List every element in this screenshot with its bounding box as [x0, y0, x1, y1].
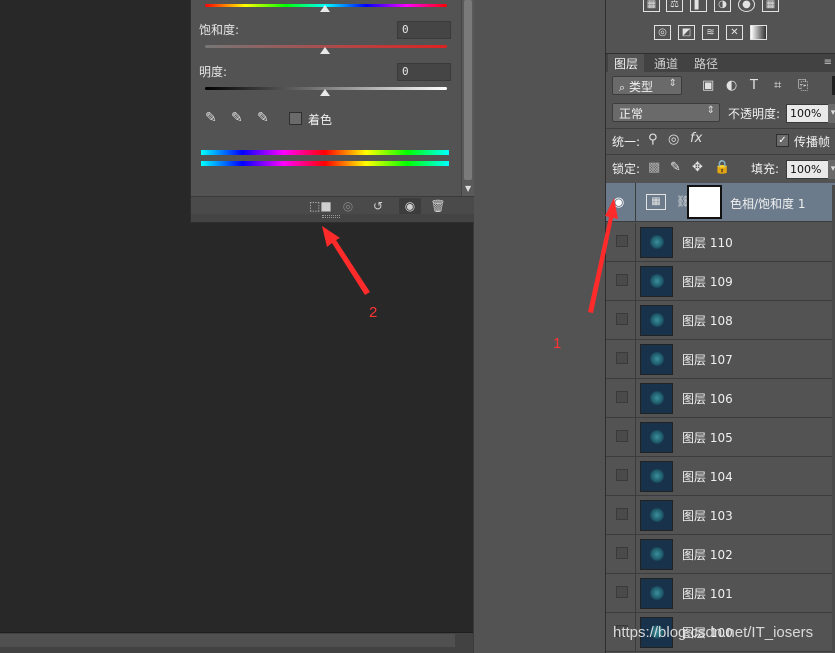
- annotation-label-2: 2: [369, 304, 378, 321]
- arrow-1: [588, 198, 618, 313]
- watermark: https://blog.csdn.net/IT_iosers: [613, 624, 814, 641]
- annotation-arrows: [322, 198, 618, 313]
- annotation-label-1: 1: [553, 335, 562, 352]
- arrow-2: [322, 226, 370, 295]
